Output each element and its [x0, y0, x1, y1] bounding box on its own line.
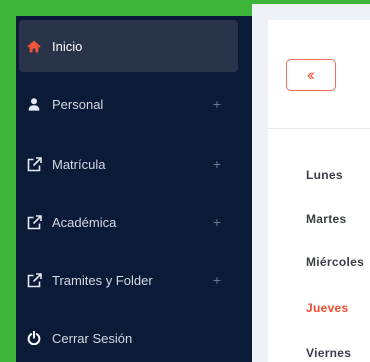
sidebar-item-cerrar-sesion[interactable]: Cerrar Sesión [19, 312, 238, 362]
external-link-icon [25, 213, 43, 231]
day-tab-lunes[interactable]: Lunes [306, 168, 343, 182]
schedule-card: ‹‹ Lunes Martes Miércoles Jueves Viernes [268, 20, 370, 362]
expand-plus-icon[interactable]: + [210, 214, 224, 230]
day-tab-miercoles[interactable]: Miércoles [306, 255, 364, 269]
sidebar-item-tramites-folder[interactable]: Tramites y Folder + [19, 254, 238, 306]
double-chevron-left-icon: ‹‹ [306, 65, 316, 84]
day-tab-jueves[interactable]: Jueves [306, 301, 349, 315]
user-icon [25, 95, 43, 113]
main-content: ‹‹ Lunes Martes Miércoles Jueves Viernes [252, 4, 370, 362]
expand-plus-icon[interactable]: + [210, 96, 224, 112]
sidebar-item-label: Personal [52, 96, 104, 112]
day-tab-martes[interactable]: Martes [306, 212, 346, 226]
sidebar-item-label: Matrícula [52, 156, 106, 172]
external-link-icon [25, 155, 43, 173]
sidebar-item-label: Tramites y Folder [52, 272, 153, 288]
sidebar-item-inicio[interactable]: Inicio [19, 20, 238, 72]
power-icon [25, 329, 43, 347]
expand-plus-icon[interactable]: + [210, 272, 224, 288]
sidebar-item-matricula[interactable]: Matrícula + [19, 138, 238, 190]
external-link-icon [25, 271, 43, 289]
sidebar-item-personal[interactable]: Personal + [19, 78, 238, 130]
sidebar-item-label: Cerrar Sesión [52, 330, 133, 346]
home-icon [25, 37, 43, 55]
divider [268, 128, 370, 129]
day-tab-viernes[interactable]: Viernes [306, 346, 351, 360]
sidebar: Inicio Personal + Matrícula + Académica … [16, 16, 252, 362]
sidebar-item-label: Inicio [52, 38, 83, 54]
sidebar-item-academica[interactable]: Académica + [19, 196, 238, 248]
collapse-sidebar-button[interactable]: ‹‹ [286, 59, 336, 91]
expand-plus-icon[interactable]: + [210, 156, 224, 172]
sidebar-item-label: Académica [52, 214, 117, 230]
